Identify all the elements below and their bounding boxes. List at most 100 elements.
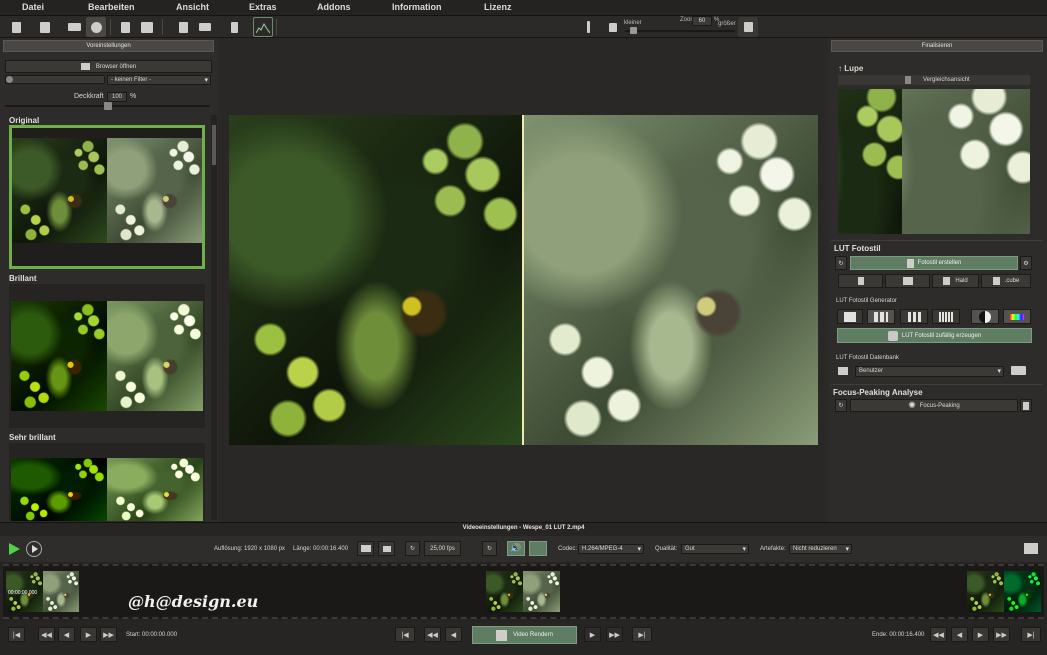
- compare-divider[interactable]: [522, 115, 524, 445]
- timeline-clip-middle[interactable]: [486, 571, 560, 612]
- sun-icon: ✺: [908, 400, 916, 410]
- random-style-button[interactable]: LUT Fotostil zufällig erzeugen: [837, 328, 1032, 343]
- save-icon[interactable]: [115, 17, 135, 37]
- menu-information[interactable]: Information: [392, 2, 442, 12]
- compare-toggle[interactable]: [905, 76, 911, 84]
- save-as-icon[interactable]: [137, 17, 157, 37]
- opacity-slider-handle[interactable]: [103, 102, 112, 110]
- timeline-clip-end[interactable]: [967, 571, 1041, 612]
- fps-button[interactable]: 25,00 fps: [424, 541, 461, 556]
- cube-label: .cube: [1004, 278, 1020, 284]
- presets-scrollbar[interactable]: [211, 115, 217, 520]
- fast-forward-icon[interactable]: ▶▶: [993, 627, 1010, 642]
- generator-style-3[interactable]: [900, 309, 928, 324]
- generator-style-4[interactable]: [932, 309, 960, 324]
- start-label: Start: 00:00:00.000: [126, 632, 178, 638]
- zoom-out-icon[interactable]: [603, 17, 623, 37]
- refresh-icon[interactable]: ↻: [482, 541, 497, 556]
- artifacts-select[interactable]: Nicht reduzieren: [789, 544, 852, 554]
- refresh-icon[interactable]: ↻: [405, 541, 420, 556]
- film-icon: [496, 629, 508, 641]
- export-video-icon[interactable]: [1024, 541, 1040, 556]
- go-start-icon[interactable]: |◀: [395, 627, 415, 642]
- generator-label: LUT Fotostil Generator: [836, 298, 897, 304]
- load-lut-button[interactable]: [838, 274, 883, 288]
- compare-split-icon[interactable]: [578, 17, 598, 37]
- audio-settings-icon[interactable]: [529, 541, 547, 556]
- refresh-icon[interactable]: ↻: [835, 256, 847, 270]
- menu-ansicht[interactable]: Ansicht: [176, 2, 209, 12]
- zoom-slider[interactable]: [625, 30, 735, 32]
- database-grid-icon: [838, 366, 850, 377]
- create-style-button[interactable]: Fotostil erstellen: [850, 256, 1018, 270]
- skip-end-icon[interactable]: ▶|: [1021, 627, 1041, 642]
- rewind-icon[interactable]: ◀◀: [38, 627, 55, 642]
- settings-icon[interactable]: [86, 17, 106, 37]
- zoom-slider-handle[interactable]: [630, 27, 637, 34]
- quality-label: Qualität:: [655, 546, 678, 552]
- export-cube-button[interactable]: .cube: [981, 274, 1031, 288]
- focus-peaking-button[interactable]: ✺ Focus-Peaking: [850, 399, 1018, 412]
- rewind-icon[interactable]: ◀◀: [930, 627, 947, 642]
- zoom-value-field[interactable]: 60: [692, 16, 712, 26]
- raw-icon[interactable]: [64, 17, 84, 37]
- generator-style-5[interactable]: [971, 309, 999, 324]
- preset-label-sehr-brillant: Sehr brillant: [9, 433, 56, 442]
- file-icon: [857, 277, 864, 285]
- fit-icon[interactable]: [357, 541, 374, 556]
- filter-slider-handle[interactable]: [6, 76, 13, 83]
- loupe-preview[interactable]: [838, 89, 1030, 234]
- speaker-icon[interactable]: 🔊: [507, 541, 525, 556]
- database-select[interactable]: Benutzer: [855, 366, 1004, 377]
- menu-addons[interactable]: Addons: [317, 2, 351, 12]
- folder-icon[interactable]: [1011, 366, 1029, 377]
- refresh-icon[interactable]: ↻: [835, 399, 847, 412]
- new-file-icon[interactable]: [6, 17, 26, 37]
- crop-icon[interactable]: [378, 541, 395, 556]
- generator-style-6[interactable]: [1003, 309, 1031, 324]
- play-icon[interactable]: [7, 542, 21, 556]
- step-back-icon[interactable]: ◀: [58, 627, 75, 642]
- gear-icon[interactable]: ⚙: [1020, 256, 1032, 270]
- menu-lizenz[interactable]: Lizenz: [484, 2, 512, 12]
- play-small-icon[interactable]: ▶: [584, 627, 601, 642]
- focus-peaking-label: Focus-Peaking: [919, 402, 960, 409]
- step-back-icon[interactable]: ◀: [445, 627, 462, 642]
- undo-lut-button[interactable]: [885, 274, 930, 288]
- filter-select[interactable]: - keinen Filter -: [107, 75, 211, 85]
- export-hald-button[interactable]: Hald: [932, 274, 979, 288]
- step-back-icon[interactable]: ◀: [951, 627, 968, 642]
- presets-scrollbar-thumb[interactable]: [212, 125, 216, 165]
- length-text: Länge: 00:00:16.400: [293, 546, 349, 552]
- generator-style-2[interactable]: [867, 309, 895, 324]
- preset-thumb-sehr-brillant[interactable]: [9, 443, 205, 521]
- export-icon[interactable]: [173, 17, 193, 37]
- codec-select[interactable]: H.264/MPEG-4: [578, 544, 644, 554]
- codec-label: Codec:: [558, 546, 578, 552]
- fast-forward-icon[interactable]: ▶▶: [606, 627, 623, 642]
- rewind-icon[interactable]: ◀◀: [424, 627, 441, 642]
- preset-thumb-brillant[interactable]: [9, 284, 205, 428]
- step-forward-icon[interactable]: ▶: [972, 627, 989, 642]
- print-icon[interactable]: [195, 17, 215, 37]
- browser-open-button[interactable]: Browser öffnen: [5, 60, 212, 73]
- step-forward-icon[interactable]: ▶: [80, 627, 97, 642]
- render-video-button[interactable]: Video Rendern: [472, 626, 577, 644]
- fast-forward-icon[interactable]: ▶▶: [100, 627, 117, 642]
- play-loop-icon[interactable]: [26, 541, 42, 557]
- quality-select[interactable]: Gut: [681, 544, 749, 554]
- skip-start-icon[interactable]: |◀: [8, 627, 25, 642]
- menu-bearbeiten[interactable]: Bearbeiten: [88, 2, 135, 12]
- zoom-in-icon[interactable]: [738, 17, 758, 37]
- export-icon[interactable]: [1020, 399, 1032, 412]
- copy-icon[interactable]: [35, 17, 55, 37]
- menu-datei[interactable]: Datei: [22, 2, 44, 12]
- filter-slider[interactable]: [5, 75, 105, 84]
- preset-thumb-original[interactable]: [9, 125, 205, 269]
- go-end-icon[interactable]: ▶|: [632, 627, 652, 642]
- opacity-value-field[interactable]: 100: [107, 92, 127, 102]
- menu-extras[interactable]: Extras: [249, 2, 277, 12]
- histogram-icon[interactable]: [253, 17, 273, 37]
- document-icon[interactable]: [224, 17, 244, 37]
- generator-style-1[interactable]: [837, 309, 863, 324]
